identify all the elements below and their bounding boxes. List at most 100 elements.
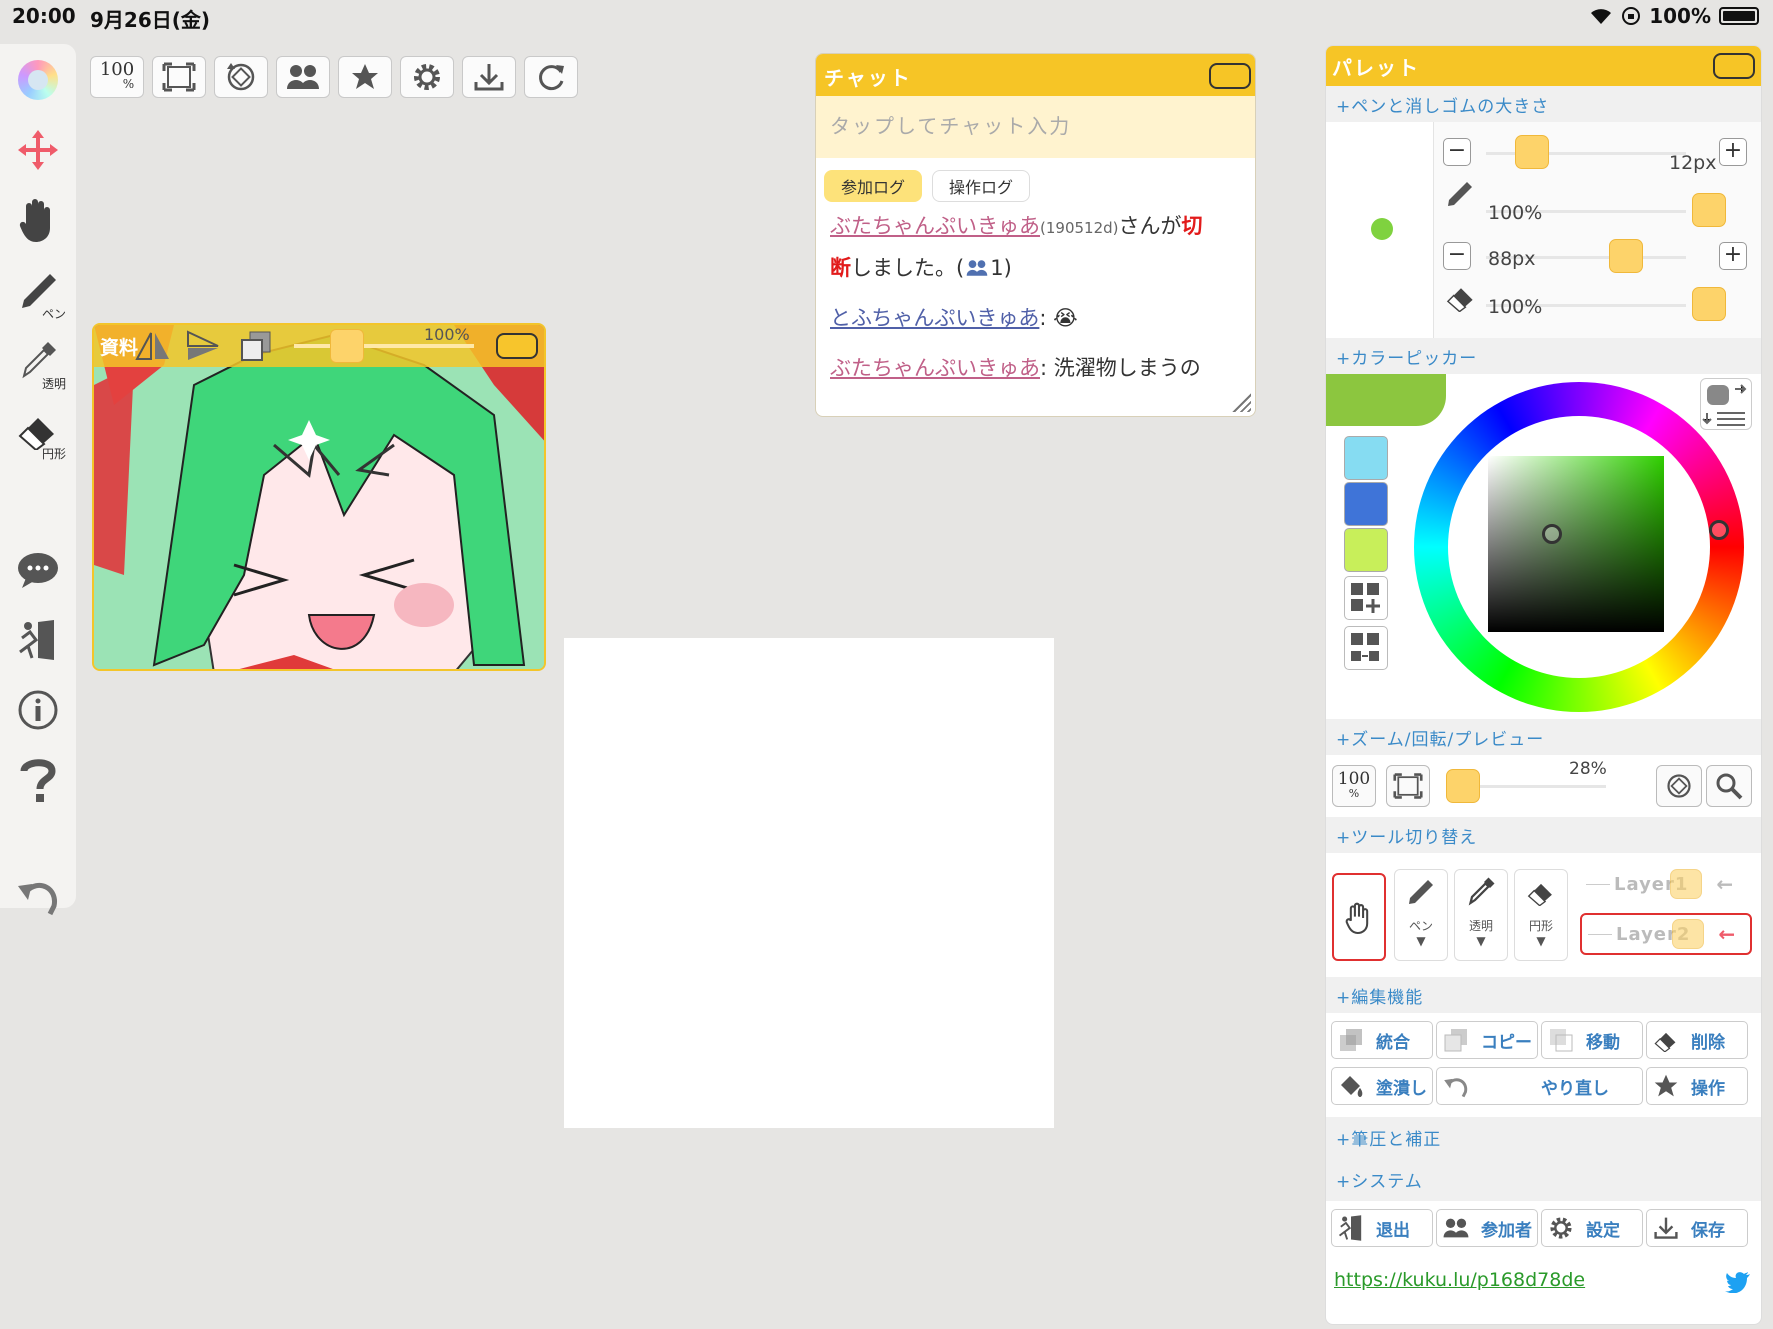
- chat-username[interactable]: ぶたちゃんぷいきゅあ: [830, 356, 1040, 380]
- section-system[interactable]: +システム: [1326, 1159, 1761, 1201]
- operation-button[interactable]: 操作: [1646, 1067, 1748, 1105]
- palette-toggle-button[interactable]: [1713, 53, 1755, 79]
- chat-toggle-button[interactable]: [1209, 63, 1251, 89]
- copy-layer-icon[interactable]: [238, 329, 274, 363]
- layer-visibility-slider[interactable]: [1672, 919, 1705, 949]
- chat-username[interactable]: とふちゃんぷいきゅあ: [830, 306, 1039, 330]
- section-zoom[interactable]: +ズーム/回転/プレビュー: [1326, 719, 1761, 755]
- twitter-icon[interactable]: [1725, 1271, 1751, 1293]
- members-icon: [1441, 1213, 1471, 1243]
- flip-vertical-icon[interactable]: [186, 329, 222, 363]
- layer-item[interactable]: Layer1 ←: [1586, 863, 1746, 905]
- eraser-size-slider[interactable]: [1609, 239, 1643, 273]
- palette-zoom-100-button[interactable]: 100%: [1332, 765, 1376, 807]
- palette-circle-tool[interactable]: 円形 ▼: [1514, 869, 1568, 961]
- reference-zoom-value: 100%: [424, 325, 470, 344]
- info-button[interactable]: [10, 682, 66, 738]
- section-color-picker[interactable]: +カラーピッカー: [1326, 338, 1761, 374]
- merge-button[interactable]: 統合: [1331, 1021, 1433, 1059]
- palette-title: パレット: [1332, 56, 1420, 80]
- exit-room-button[interactable]: [10, 612, 66, 668]
- palette-rotate-button[interactable]: [1656, 765, 1702, 807]
- eraser-opacity-slider[interactable]: [1692, 287, 1726, 321]
- palette-zoom-slider[interactable]: [1446, 769, 1480, 803]
- swap-grid-icon: [1351, 633, 1379, 661]
- members-button[interactable]: [276, 56, 330, 98]
- add-grid-icon: [1351, 583, 1380, 613]
- eraser-size-plus-button[interactable]: +: [1719, 242, 1747, 270]
- participants-button[interactable]: 参加者: [1436, 1209, 1538, 1247]
- zoom-100-button[interactable]: 100%: [90, 56, 144, 98]
- help-button[interactable]: [10, 752, 66, 808]
- rotation-lock-icon: [1622, 7, 1641, 25]
- delete-button[interactable]: 削除: [1646, 1021, 1748, 1059]
- picker-mode-button[interactable]: [1700, 378, 1752, 430]
- reference-opacity-slider[interactable]: [330, 329, 364, 363]
- swap-swatch-button[interactable]: [1344, 626, 1388, 670]
- color-swatch[interactable]: [1344, 528, 1388, 572]
- palette-preview-button[interactable]: [1706, 765, 1752, 807]
- saturation-value-square[interactable]: [1488, 456, 1664, 632]
- eraser-size-minus-button[interactable]: −: [1443, 242, 1471, 270]
- hand-tool-button[interactable]: [10, 192, 66, 248]
- fit-screen-button[interactable]: [152, 56, 206, 98]
- flip-horizontal-icon[interactable]: [134, 329, 172, 363]
- chat-button[interactable]: [10, 542, 66, 598]
- hand-icon: [1345, 902, 1369, 935]
- color-swatch[interactable]: [1344, 482, 1388, 526]
- section-edit[interactable]: +編集機能: [1326, 977, 1761, 1013]
- fill-button[interactable]: 塗潰し: [1331, 1067, 1433, 1105]
- reference-title: 資料: [100, 336, 139, 359]
- pen-size-plus-button[interactable]: +: [1719, 138, 1747, 166]
- rotate-reset-button[interactable]: [214, 56, 268, 98]
- hue-cursor[interactable]: [1709, 520, 1729, 540]
- exit-button[interactable]: 退出: [1331, 1209, 1433, 1247]
- palette-transparent-tool[interactable]: 透明 ▼: [1454, 869, 1508, 961]
- section-tools[interactable]: +ツール切り替え: [1326, 817, 1761, 853]
- exit-door-icon: [19, 620, 54, 660]
- chat-text: しました。(: [851, 256, 965, 280]
- reference-close-button[interactable]: [496, 333, 538, 359]
- redo-button[interactable]: やり直し: [1436, 1067, 1643, 1105]
- color-circle-button[interactable]: [10, 52, 66, 108]
- settings-button[interactable]: [400, 56, 454, 98]
- add-swatch-button[interactable]: [1344, 576, 1388, 620]
- chat-input[interactable]: タップしてチャット入力: [816, 96, 1255, 158]
- section-size[interactable]: +ペンと消しゴムの大きさ: [1326, 86, 1761, 122]
- save-button[interactable]: 保存: [1646, 1209, 1748, 1247]
- download-button[interactable]: [462, 56, 516, 98]
- tab-operation-log[interactable]: 操作ログ: [932, 170, 1031, 202]
- eraser-tool-button[interactable]: 円形: [10, 402, 66, 461]
- pen-opacity-slider[interactable]: [1692, 193, 1726, 227]
- pen-tool-button[interactable]: ペン: [10, 262, 66, 321]
- tab-join-log[interactable]: 参加ログ: [824, 170, 923, 202]
- chat-title: チャット: [824, 66, 912, 90]
- copy-button[interactable]: コピー: [1436, 1021, 1538, 1059]
- undo-button[interactable]: [10, 868, 66, 924]
- star-icon: [1651, 1071, 1681, 1101]
- chat-username[interactable]: ぶたちゃんぷいきゅあ: [830, 214, 1040, 238]
- sv-cursor[interactable]: [1542, 524, 1562, 544]
- chat-text-red: 断: [830, 256, 851, 280]
- palette-fit-button[interactable]: [1386, 765, 1430, 807]
- palette-pen-tool[interactable]: ペン ▼: [1394, 869, 1448, 961]
- reload-button[interactable]: [524, 56, 578, 98]
- drawing-canvas[interactable]: [564, 638, 1054, 1128]
- info-icon: [18, 690, 58, 730]
- palette-settings-button[interactable]: 設定: [1541, 1209, 1643, 1247]
- move-button[interactable]: 移動: [1541, 1021, 1643, 1059]
- reload-icon: [539, 65, 564, 91]
- palette-hand-tool[interactable]: [1332, 873, 1386, 961]
- pen-size-minus-button[interactable]: −: [1443, 138, 1471, 166]
- reference-window[interactable]: 資料 100%: [92, 323, 546, 671]
- chat-window: チャット タップしてチャット入力 参加ログ 操作ログ ぶたちゃんぷいきゅあ(19…: [815, 53, 1256, 417]
- move-tool-button[interactable]: [10, 122, 66, 178]
- color-swatch[interactable]: [1344, 436, 1388, 480]
- layer-item-selected[interactable]: Layer2 ←: [1580, 913, 1752, 955]
- layer-visibility-slider[interactable]: [1670, 869, 1703, 899]
- transparent-tool-button[interactable]: 透明: [10, 332, 66, 391]
- favorite-button[interactable]: [338, 56, 392, 98]
- section-pressure[interactable]: +筆圧と補正: [1326, 1117, 1761, 1159]
- share-link[interactable]: https://kuku.lu/p168d78de: [1334, 1269, 1585, 1291]
- pen-size-slider[interactable]: [1515, 135, 1549, 169]
